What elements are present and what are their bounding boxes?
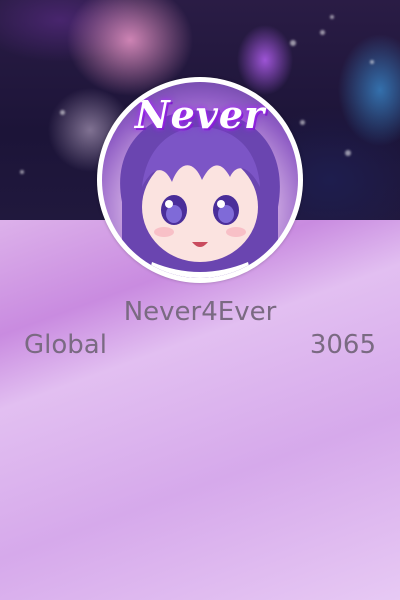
banner-sparkle: [290, 40, 296, 46]
banner-sparkle: [60, 110, 65, 115]
profile-card: Never Never4Ever Global 3065: [0, 0, 400, 600]
global-rank-row: Global 3065: [24, 330, 376, 360]
banner-sparkle: [300, 120, 305, 125]
banner-sparkle: [330, 15, 334, 19]
rank-value: 3065: [309, 330, 376, 360]
avatar-frame[interactable]: Never: [97, 77, 303, 283]
banner-sparkle: [320, 30, 325, 35]
avatar-logo-text: Never: [134, 92, 266, 137]
username: Never4Ever: [123, 297, 277, 327]
banner-sparkle: [20, 170, 24, 174]
banner-sparkle: [370, 60, 374, 64]
banner-sparkle: [345, 150, 351, 156]
avatar[interactable]: Never: [102, 82, 298, 278]
rank-label: Global: [24, 330, 107, 360]
